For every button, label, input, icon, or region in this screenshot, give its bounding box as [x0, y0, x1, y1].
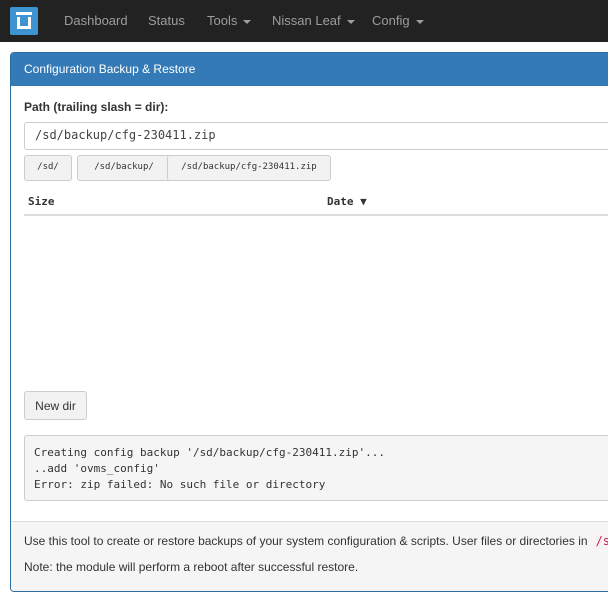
- column-header-date-label: Date: [327, 195, 354, 208]
- ovms-logo-icon[interactable]: [10, 7, 38, 35]
- nav-status-label: Status: [148, 13, 185, 28]
- footer-help-line: Use this tool to create or restore backu…: [24, 534, 588, 548]
- sort-desc-icon: ▼: [360, 195, 367, 208]
- path-label: Path (trailing slash = dir):: [24, 100, 169, 114]
- quick-path-backup-button[interactable]: /sd/backup/: [77, 155, 171, 181]
- panel-footer: Use this tool to create or restore backu…: [11, 521, 608, 591]
- top-navbar: Dashboard Status Tools Nissan Leaf Confi…: [0, 0, 608, 42]
- nav-nissan-leaf-label: Nissan Leaf: [272, 13, 341, 28]
- log-line: ..add 'ovms_config': [34, 462, 160, 475]
- nav-config-label: Config: [372, 13, 410, 28]
- backup-restore-panel: Configuration Backup & Restore Path (tra…: [10, 52, 608, 592]
- new-dir-button[interactable]: New dir: [24, 391, 87, 420]
- nav-nissan-leaf-dropdown[interactable]: Nissan Leaf: [272, 13, 355, 28]
- panel-title: Configuration Backup & Restore: [11, 53, 608, 86]
- nav-status[interactable]: Status: [148, 13, 185, 28]
- column-header-size[interactable]: Size: [28, 195, 55, 208]
- nav-tools-dropdown[interactable]: Tools: [207, 13, 252, 28]
- log-output: Creating config backup '/sd/backup/cfg-2…: [24, 435, 608, 501]
- caret-down-icon: [415, 19, 424, 24]
- caret-down-icon: [346, 19, 355, 24]
- log-line: Error: zip failed: No such file or direc…: [34, 478, 326, 491]
- column-header-date[interactable]: Date ▼: [327, 195, 367, 208]
- caret-down-icon: [243, 19, 252, 24]
- path-input[interactable]: /sd/backup/cfg-230411.zip: [24, 122, 608, 150]
- footer-help-text: Use this tool to create or restore backu…: [24, 533, 608, 549]
- nav-config-dropdown[interactable]: Config: [372, 13, 424, 28]
- footer-code-path: /store: [591, 533, 608, 549]
- nav-dashboard[interactable]: Dashboard: [64, 13, 128, 28]
- nav-dashboard-label: Dashboard: [64, 13, 128, 28]
- nav-tools-label: Tools: [207, 13, 238, 28]
- footer-note: Note: the module will perform a reboot a…: [24, 560, 359, 574]
- log-line: Creating config backup '/sd/backup/cfg-2…: [34, 446, 385, 459]
- quick-path-sd-button[interactable]: /sd/: [24, 155, 72, 181]
- table-header-divider: [24, 214, 608, 216]
- quick-path-file-button[interactable]: /sd/backup/cfg-230411.zip: [167, 155, 331, 181]
